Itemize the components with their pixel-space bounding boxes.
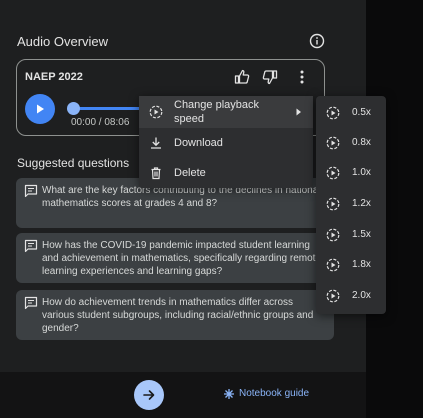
menu-item-label: Download [174, 137, 223, 149]
speed-label: 1.2x [352, 198, 371, 209]
sparkle-icon [224, 388, 234, 399]
chat-icon [24, 239, 38, 253]
speed-label: 1.0x [352, 167, 371, 178]
progress-knob[interactable] [67, 102, 80, 115]
speed-option[interactable]: 0.5x [316, 98, 386, 128]
speed-option[interactable]: 0.8x [316, 128, 386, 158]
speed-option[interactable]: 1.5x [316, 220, 386, 250]
play-icon [37, 104, 44, 114]
suggested-question[interactable]: How has the COVID-19 pandemic impacted s… [16, 233, 334, 283]
speed-label: 0.5x [352, 107, 371, 118]
notebook-guide-label: Notebook guide [239, 388, 310, 399]
notebook-panel: Audio Overview NAEP 2022 00:00 / 08:06 S… [0, 0, 366, 418]
more-vert-icon[interactable] [293, 68, 311, 86]
question-text: How do achievement trends in mathematics… [42, 297, 314, 334]
speed-option[interactable]: 1.0x [316, 158, 386, 188]
speed-icon [326, 228, 340, 242]
audio-card-title: NAEP 2022 [25, 71, 83, 83]
menu-item-playback-speed[interactable]: Change playback speed [139, 96, 313, 128]
speed-icon [326, 258, 340, 272]
chat-icon [24, 184, 38, 198]
suggested-questions-title: Suggested questions [17, 156, 130, 170]
thumbs-up-icon[interactable] [233, 68, 251, 86]
menu-item-label: Delete [174, 167, 206, 179]
speed-icon [326, 136, 340, 150]
speed-icon [326, 197, 340, 211]
progress-track[interactable] [71, 107, 141, 110]
menu-item-label: Change playback speed [174, 99, 260, 125]
arrow-right-icon [143, 390, 155, 400]
speed-label: 0.8x [352, 137, 371, 148]
speed-icon [149, 105, 163, 119]
play-button[interactable] [25, 94, 55, 124]
chevron-right-icon [296, 108, 301, 116]
playback-speed-submenu: 0.5x 0.8x 1.0x 1.2x 1.5x 1.8x 2.0x [316, 96, 386, 314]
speed-label: 1.5x [352, 229, 371, 240]
bottom-bar [0, 372, 366, 418]
speed-option[interactable]: 1.8x [316, 250, 386, 280]
send-button[interactable] [134, 380, 164, 410]
audio-overview-title: Audio Overview [17, 34, 109, 49]
chat-icon [24, 296, 38, 310]
notebook-guide-link[interactable]: Notebook guide [224, 388, 309, 399]
speed-icon [326, 166, 340, 180]
download-icon [151, 137, 161, 149]
speed-icon [326, 289, 340, 303]
menu-item-delete[interactable]: Delete [139, 158, 313, 188]
speed-label: 1.8x [352, 259, 371, 270]
info-icon[interactable] [309, 33, 325, 49]
thumbs-down-icon[interactable] [261, 68, 279, 86]
menu-item-download[interactable]: Download [139, 128, 313, 158]
speed-option[interactable]: 2.0x [316, 281, 386, 311]
speed-option[interactable]: 1.2x [316, 189, 386, 219]
speed-icon [326, 106, 340, 120]
time-display: 00:00 / 08:06 [71, 117, 130, 128]
trash-icon [151, 167, 161, 180]
speed-label: 2.0x [352, 290, 371, 301]
audio-options-menu: Change playback speed Download Delete [139, 96, 313, 188]
question-text: How has the COVID-19 pandemic impacted s… [42, 240, 322, 277]
suggested-question[interactable]: How do achievement trends in mathematics… [16, 290, 334, 340]
